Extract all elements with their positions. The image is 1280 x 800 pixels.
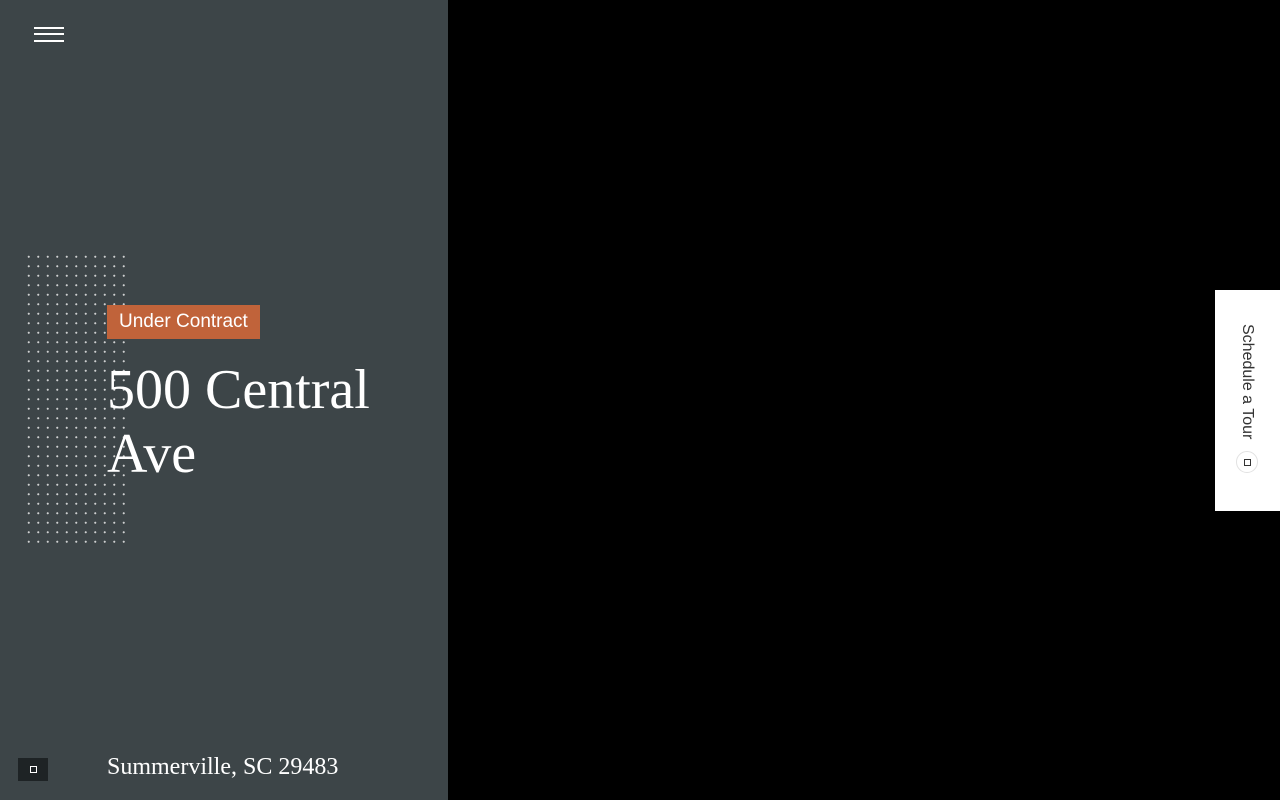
expand-icon[interactable] (18, 758, 48, 781)
status-badge: Under Contract (107, 305, 260, 339)
schedule-tour-tab[interactable]: Schedule a Tour (1215, 290, 1280, 511)
schedule-tour-label: Schedule a Tour (1239, 324, 1256, 440)
property-address-title: 500 Central Ave (107, 359, 370, 485)
media-area (448, 0, 1280, 800)
calendar-icon (1236, 451, 1258, 473)
menu-bar-top (34, 27, 64, 29)
property-location: Summerville, SC 29483 (107, 754, 339, 780)
hamburger-menu-icon[interactable] (34, 26, 64, 46)
menu-bar-middle (34, 33, 64, 35)
calendar-glyph (1243, 458, 1251, 466)
expand-glyph (29, 766, 37, 773)
page: Under Contract 500 Central Ave Summervil… (0, 0, 1280, 800)
property-info-panel: Under Contract 500 Central Ave Summervil… (0, 0, 448, 800)
menu-bar-bottom (34, 40, 64, 42)
